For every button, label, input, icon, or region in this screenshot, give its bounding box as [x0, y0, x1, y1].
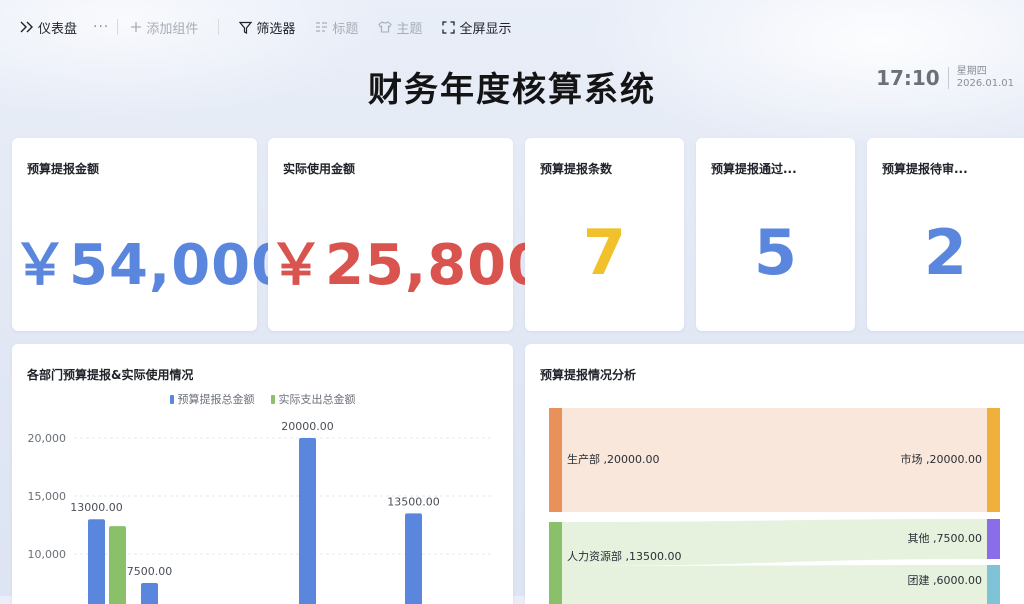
y-tick-label: 20,000 — [28, 432, 67, 445]
kpi-card-budget-count[interactable]: 预算提报条数 7 — [525, 138, 684, 331]
clock-divider — [947, 67, 949, 89]
kpi-title: 预算提报金额 — [27, 162, 100, 176]
clock-date-text: 2026.01.01 — [956, 78, 1014, 89]
kpi-value: 5 — [753, 216, 798, 289]
add-widget-button[interactable]: 添加组件 — [130, 18, 198, 37]
fullscreen-icon — [442, 20, 456, 34]
sankey-source-node — [549, 522, 562, 604]
dept-bar-chart-card[interactable]: 各部门预算提报&实际使用情况 预算提报总金额 实际支出总金额 20,000 15,… — [12, 344, 513, 604]
kpi-card-approved-count[interactable]: 预算提报通过... 5 — [696, 138, 855, 331]
bar-data-label: 13500.00 — [387, 495, 440, 508]
bar-actual — [109, 526, 126, 604]
dashboard-label: 仪表盘 — [38, 21, 78, 37]
filter-icon — [239, 21, 253, 34]
theme-button[interactable]: 主题 — [378, 18, 422, 37]
more-options-icon[interactable]: ··· — [93, 19, 109, 35]
sankey-target-node — [987, 565, 1000, 604]
toolbar-divider — [218, 19, 220, 35]
bar-data-label: 20000.00 — [281, 420, 334, 433]
kpi-value: 7 — [582, 216, 627, 289]
sankey-target-label: 市场 ,20000.00 — [901, 452, 982, 466]
sankey-source-label: 生产部 ,20000.00 — [567, 452, 659, 466]
bar-data-label: 7500.00 — [127, 565, 173, 578]
bar-budget — [141, 583, 158, 604]
kpi-value: 2 — [923, 216, 968, 289]
toolbar-divider — [117, 19, 119, 35]
sankey-target-node — [987, 519, 1000, 559]
clock: 17:10 星期四 2026.01.01 — [876, 66, 1014, 90]
theme-label: 主题 — [396, 21, 423, 37]
add-widget-label: 添加组件 — [146, 21, 199, 37]
fullscreen-label: 全屏显示 — [459, 21, 512, 37]
kpi-card-actual-amount[interactable]: 实际使用金额 ￥25,800 — [268, 138, 548, 331]
filter-label: 筛选器 — [256, 21, 296, 37]
shirt-icon — [378, 21, 393, 33]
kpi-card-pending-count[interactable]: 预算提报待审... 2 — [867, 138, 1024, 331]
kpi-title: 预算提报条数 — [540, 162, 613, 176]
toolbar: 仪表盘 ··· 添加组件 筛选器 标题 主题 全屏显示 — [0, 0, 1024, 54]
clock-date: 星期四 2026.01.01 — [957, 66, 1014, 90]
filter-button[interactable]: 筛选器 — [239, 18, 295, 37]
sankey-target-label: 其他 ,7500.00 — [908, 532, 982, 545]
bar-chart: 20,000 15,000 10,000 13000.00 7500.00 20000.0… — [28, 420, 494, 604]
kpi-value: ￥25,800 — [268, 233, 548, 298]
kpi-title: 预算提报待审... — [882, 162, 968, 176]
sankey-target-node — [987, 408, 1000, 512]
sankey-source-label: 人力资源部 ,13500.00 — [567, 549, 681, 563]
title-button[interactable]: 标题 — [315, 18, 358, 37]
bar-data-label: 13000.00 — [70, 501, 123, 514]
fullscreen-button[interactable]: 全屏显示 — [442, 18, 511, 37]
sankey-target-label: 团建 ,6000.00 — [908, 573, 982, 587]
y-tick-label: 10,000 — [28, 548, 67, 561]
sankey-chart: 生产部 ,20000.00 人力资源部 ,13500.00 市场 ,20000.00… — [549, 408, 1000, 604]
budget-sankey-card[interactable]: 预算提报情况分析 生产部 ,20000.00 人力资源部 ,13500.00 市场 … — [525, 344, 1024, 604]
bar-budget — [299, 438, 316, 604]
dashboard-button[interactable]: 仪表盘 — [20, 18, 77, 37]
page-title: 财务年度核算系统 — [368, 70, 656, 110]
kpi-title: 实际使用金额 — [283, 162, 356, 176]
clock-time: 17:10 — [876, 66, 940, 90]
sankey-source-node — [549, 408, 562, 512]
bar-budget — [405, 513, 422, 604]
plus-icon — [130, 21, 142, 33]
double-chevron-right-icon — [20, 21, 34, 33]
kpi-title: 预算提报通过... — [711, 162, 797, 176]
y-tick-label: 15,000 — [28, 490, 67, 503]
kpi-value: ￥54,000 — [12, 233, 292, 298]
kpi-card-budget-amount[interactable]: 预算提报金额 ￥54,000 — [12, 138, 292, 331]
clock-weekday: 星期四 — [956, 66, 987, 77]
bar-budget — [88, 519, 105, 604]
title-label: 标题 — [332, 21, 359, 37]
title-icon — [315, 21, 328, 33]
